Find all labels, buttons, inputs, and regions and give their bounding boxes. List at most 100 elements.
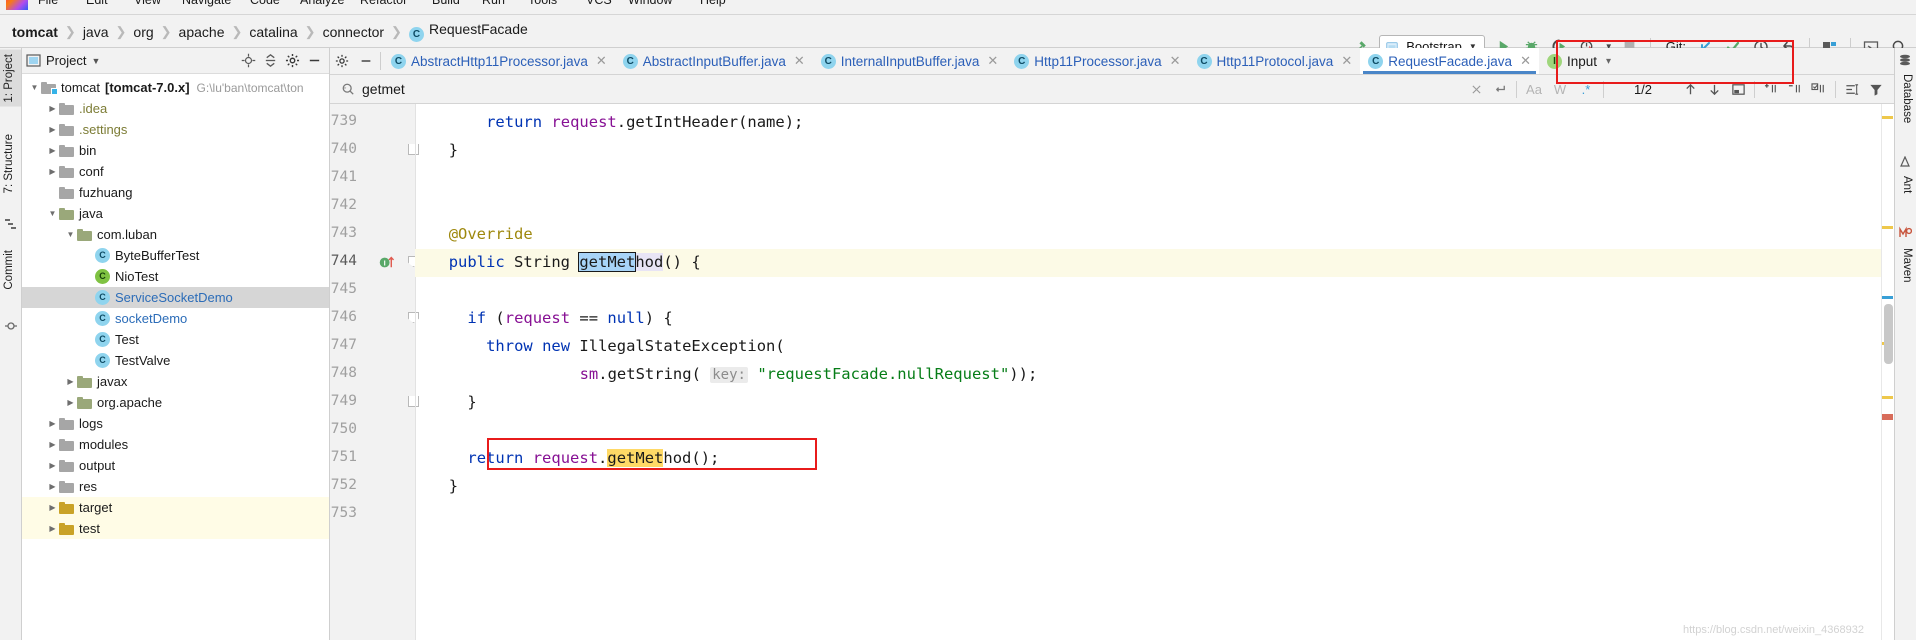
tree-item-fuzhuang[interactable]: fuzhuang	[22, 182, 329, 203]
tree-item-Test[interactable]: C Test	[22, 329, 329, 350]
settings-icon[interactable]	[330, 48, 354, 74]
chevron-closed-icon[interactable]	[46, 461, 59, 470]
menu-item-navigate[interactable]: Navigate	[182, 0, 231, 7]
breadcrumb-item-catalina[interactable]: catalina	[245, 24, 301, 40]
in-selection-icon[interactable]	[1840, 78, 1864, 100]
sidebar-item-project[interactable]: 1: Project	[0, 50, 21, 107]
error-marker[interactable]	[1882, 414, 1893, 420]
tree-item-javax[interactable]: javax	[22, 371, 329, 392]
close-icon[interactable]: ✕	[1167, 53, 1184, 69]
settings-icon[interactable]	[281, 50, 303, 72]
tree-item-com.luban[interactable]: com.luban	[22, 224, 329, 245]
words-toggle[interactable]: W	[1547, 78, 1573, 100]
editor-tab-input[interactable]: I Input ▾	[1539, 48, 1616, 74]
editor-tab-abstracthttp11processor[interactable]: C AbstractHttp11Processor.java ✕	[383, 48, 615, 74]
chevron-closed-icon[interactable]	[64, 398, 77, 407]
close-icon[interactable]: ✕	[593, 53, 610, 69]
warning-marker[interactable]	[1882, 396, 1893, 399]
chevron-closed-icon[interactable]	[46, 167, 59, 176]
chevron-closed-icon[interactable]	[46, 419, 59, 428]
change-marker[interactable]	[1882, 296, 1893, 299]
menu-item-analyze[interactable]: Analyze	[300, 0, 344, 7]
tree-item-modules[interactable]: modules	[22, 434, 329, 455]
tree-item-tomcat[interactable]: tomcat [tomcat-7.0.x] G:\lu'ban\tomcat\ton	[22, 77, 329, 98]
tree-item-.idea[interactable]: .idea	[22, 98, 329, 119]
close-icon[interactable]: ✕	[1517, 53, 1534, 69]
fold-start-marker[interactable]	[408, 312, 419, 323]
menu-item-window[interactable]: Window	[628, 0, 672, 7]
editor-tab-internalinputbuffer[interactable]: C InternalInputBuffer.java ✕	[813, 48, 1007, 74]
menu-item-file[interactable]: File	[38, 0, 58, 7]
add-line-icon[interactable]	[1759, 78, 1783, 100]
tree-item-.settings[interactable]: .settings	[22, 119, 329, 140]
sidebar-item-ant[interactable]: Ant	[1895, 172, 1916, 197]
tree-item-conf[interactable]: conf	[22, 161, 329, 182]
editor-tab-abstractinputbuffer[interactable]: C AbstractInputBuffer.java ✕	[615, 48, 813, 74]
implementing-method-icon[interactable]: I	[379, 254, 397, 272]
arrow-up-icon[interactable]	[1678, 78, 1702, 100]
menu-item-vcs[interactable]: VCS	[586, 0, 612, 7]
editor-tab-requestfacade[interactable]: C RequestFacade.java ✕	[1360, 48, 1539, 74]
close-icon[interactable]: ✕	[791, 53, 808, 69]
fold-end-marker[interactable]	[408, 396, 419, 407]
hide-editor-icon[interactable]	[354, 48, 378, 74]
close-icon[interactable]: ✕	[1338, 53, 1355, 69]
menu-item-view[interactable]: View	[134, 0, 161, 7]
chevron-closed-icon[interactable]	[46, 104, 59, 113]
chevron-down-icon[interactable]: ▾	[1606, 56, 1611, 67]
chevron-open-icon[interactable]	[64, 230, 77, 239]
fold-end-marker[interactable]	[408, 144, 419, 155]
chevron-closed-icon[interactable]	[64, 377, 77, 386]
breadcrumb-item-apache[interactable]: apache	[175, 24, 229, 40]
editor-tab-http11protocol[interactable]: C Http11Protocol.java ✕	[1189, 48, 1361, 74]
chevron-open-icon[interactable]	[28, 83, 41, 92]
breadcrumb-item-connector[interactable]: connector	[319, 24, 388, 40]
close-icon[interactable]	[1464, 78, 1488, 100]
marker-bar[interactable]	[1881, 104, 1894, 640]
search-input[interactable]: getmet	[362, 81, 405, 97]
regex-toggle[interactable]: .*	[1573, 78, 1599, 100]
search-icon[interactable]	[336, 78, 360, 100]
close-icon[interactable]: ✕	[984, 53, 1001, 69]
editor-gutter[interactable]: 739 740 741 742 743 744 I 745 746 747 748 749 750 751…	[330, 104, 419, 640]
breadcrumb-item-current[interactable]: C RequestFacade	[405, 21, 532, 42]
warning-marker[interactable]	[1882, 116, 1893, 119]
menu-item-run[interactable]: Run	[482, 0, 505, 7]
history-icon[interactable]	[1488, 78, 1512, 100]
check-line-icon[interactable]	[1807, 78, 1831, 100]
chevron-closed-icon[interactable]	[46, 503, 59, 512]
tree-item-ServiceSocketDemo[interactable]: C ServiceSocketDemo	[22, 287, 329, 308]
match-case-toggle[interactable]: Aa	[1521, 78, 1547, 100]
chevron-closed-icon[interactable]	[46, 146, 59, 155]
breadcrumb-item-java[interactable]: java	[79, 24, 113, 40]
sidebar-item-commit[interactable]: Commit	[0, 246, 21, 294]
tree-item-org.apache[interactable]: org.apache	[22, 392, 329, 413]
chevron-closed-icon[interactable]	[46, 440, 59, 449]
tree-item-java[interactable]: java	[22, 203, 329, 224]
breadcrumb-item-tomcat[interactable]: tomcat	[8, 24, 62, 40]
select-all-occurrences-icon[interactable]	[1726, 78, 1750, 100]
tree-item-ByteBufferTest[interactable]: C ByteBufferTest	[22, 245, 329, 266]
arrow-down-icon[interactable]	[1702, 78, 1726, 100]
collapse-all-icon[interactable]	[259, 50, 281, 72]
code-editor[interactable]: 739 740 741 742 743 744 I 745 746 747 748 749 750 751…	[330, 104, 1894, 640]
sidebar-item-maven[interactable]: Maven	[1895, 244, 1916, 287]
tree-item-res[interactable]: res	[22, 476, 329, 497]
menu-item-code[interactable]: Code	[250, 0, 280, 7]
chevron-closed-icon[interactable]	[46, 125, 59, 134]
project-tree[interactable]: tomcat [tomcat-7.0.x] G:\lu'ban\tomcat\ton…	[22, 74, 329, 640]
menu-item-edit[interactable]: Edit	[86, 0, 108, 7]
tree-item-logs[interactable]: logs	[22, 413, 329, 434]
remove-line-icon[interactable]	[1783, 78, 1807, 100]
tree-item-test[interactable]: test	[22, 518, 329, 539]
chevron-down-icon[interactable]: ▼	[91, 56, 100, 66]
chevron-closed-icon[interactable]	[46, 524, 59, 533]
hide-panel-icon[interactable]	[303, 50, 325, 72]
menu-item-refactor[interactable]: Refactor	[360, 0, 407, 7]
tree-item-bin[interactable]: bin	[22, 140, 329, 161]
menu-item-tools[interactable]: Tools	[528, 0, 557, 7]
chevron-closed-icon[interactable]	[46, 482, 59, 491]
warning-marker[interactable]	[1882, 226, 1893, 229]
tree-item-output[interactable]: output	[22, 455, 329, 476]
vertical-scrollbar[interactable]	[1884, 304, 1893, 364]
